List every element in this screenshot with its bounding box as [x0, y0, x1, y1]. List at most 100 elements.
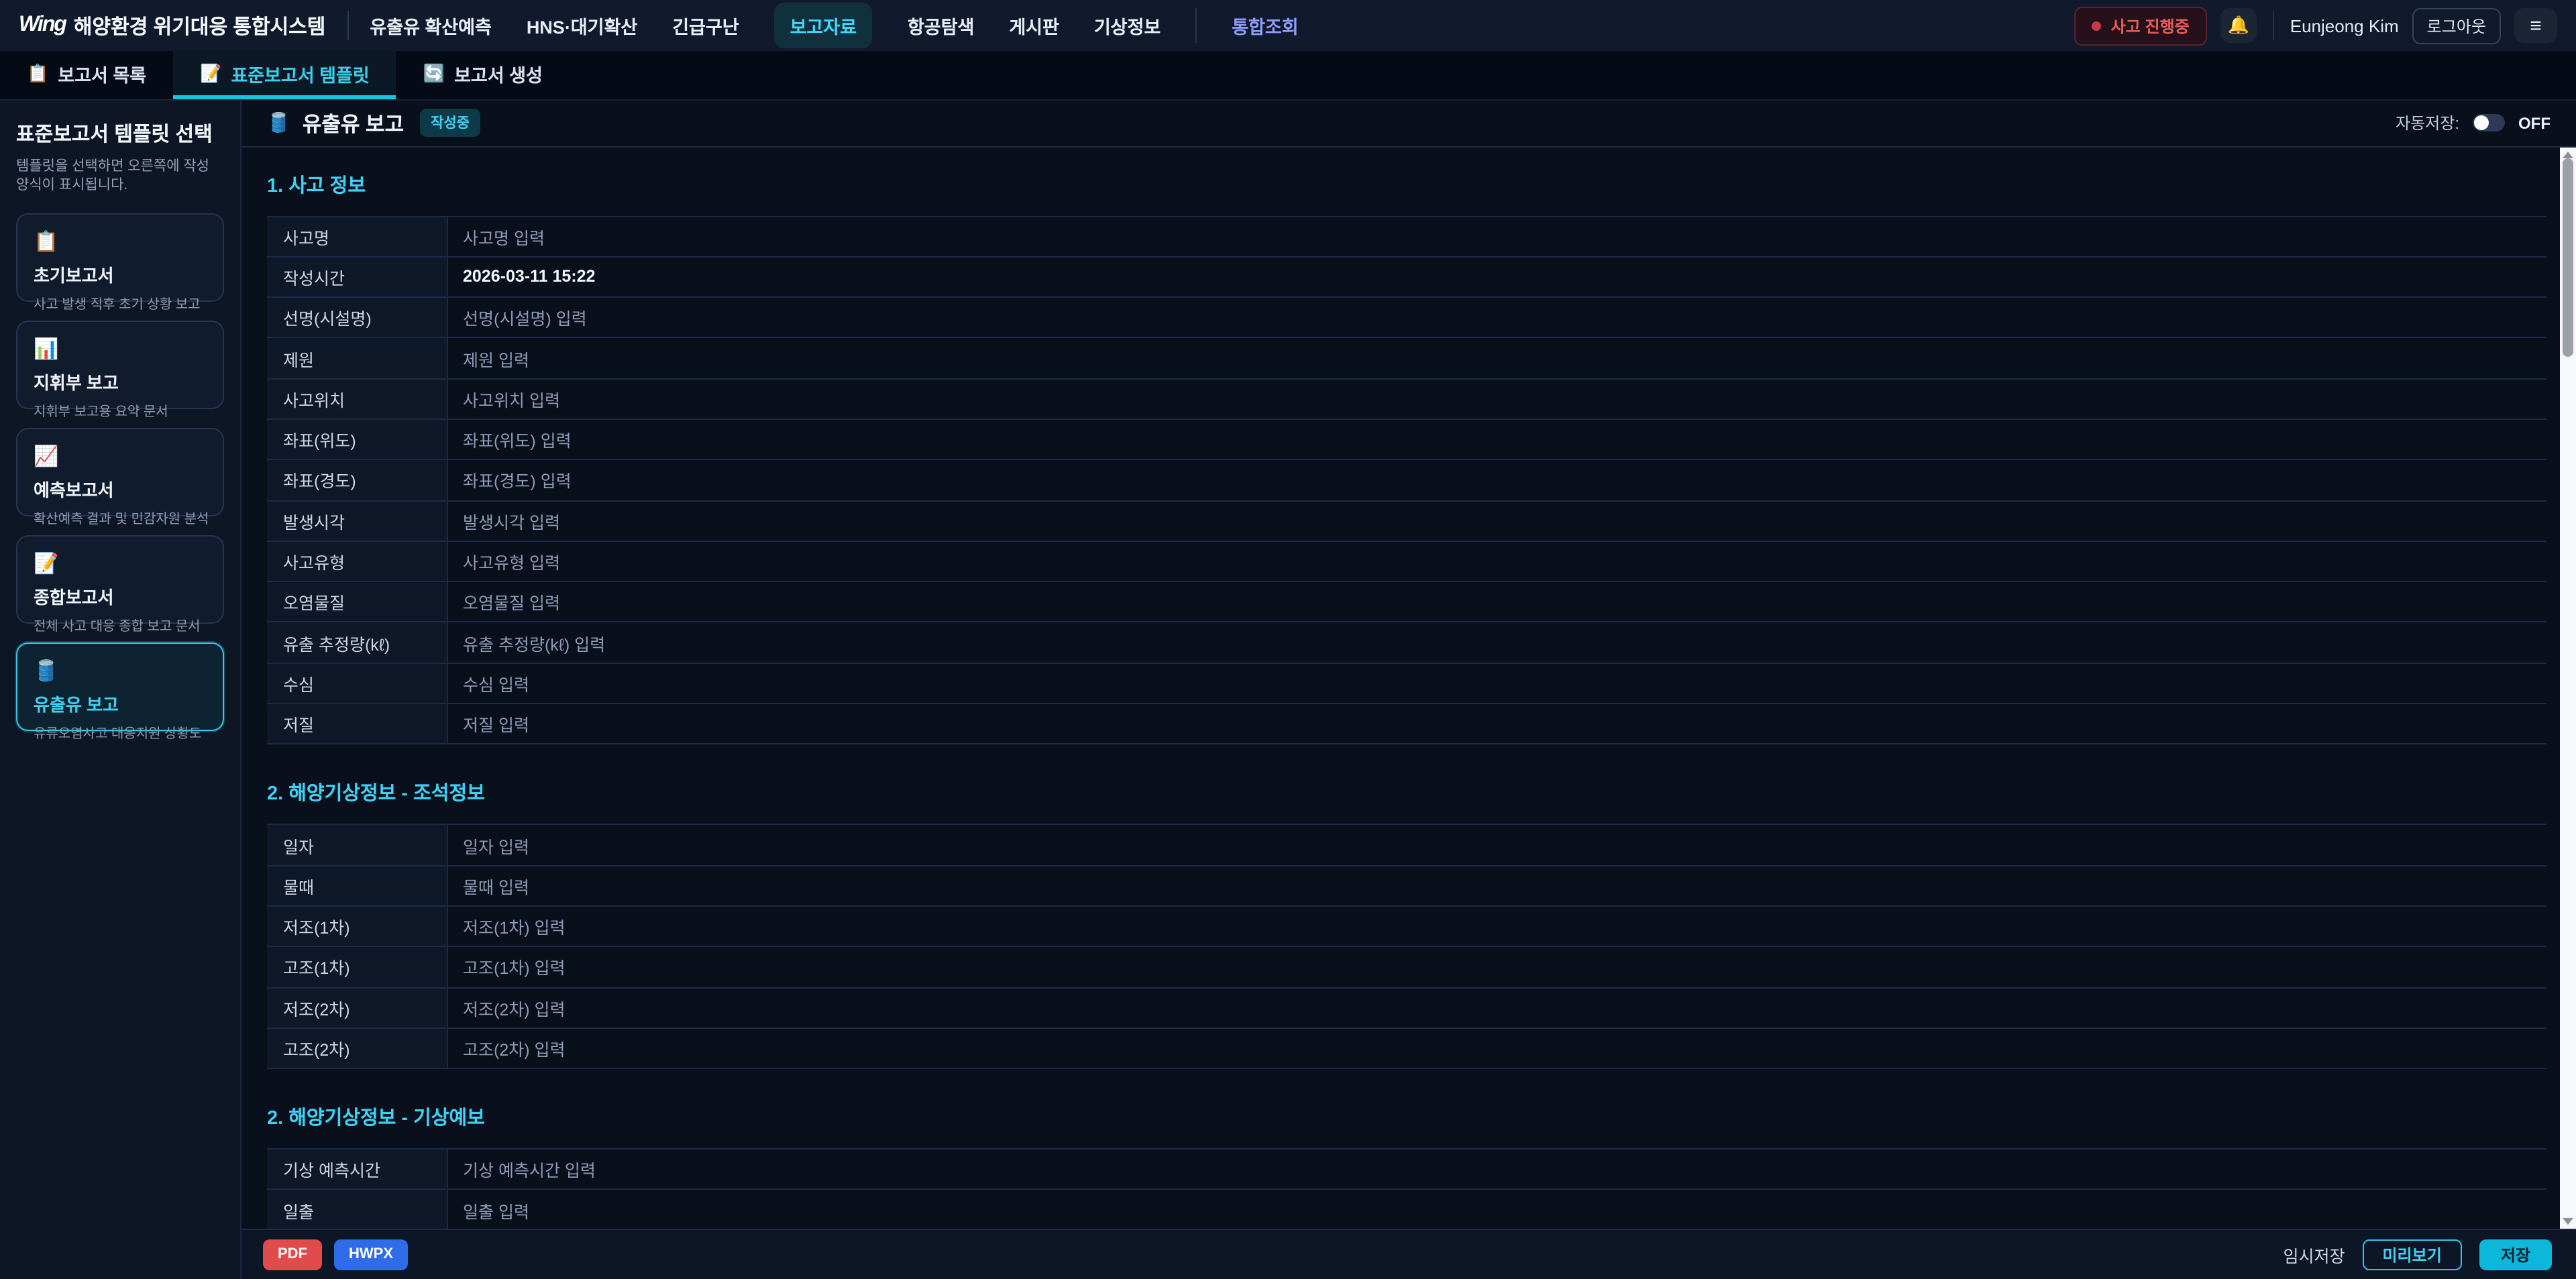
nav-right-cluster: 사고 진행중 🔔 Eunjeong Kim 로그아웃 ≡ [2075, 6, 2557, 45]
template-card-유출유 보고[interactable]: 🛢️유출유 보고유류오염사고 대응지원 상황도 [16, 643, 224, 732]
field-label: 작성시간 [267, 258, 448, 297]
form-row-기상 예측시간: 기상 예측시간기상 예측시간 입력 [267, 1150, 2546, 1190]
field-label: 제원 [267, 339, 448, 378]
sidebar-subtitle: 템플릿을 선택하면 오른쪽에 작성 양식이 표시됩니다. [16, 157, 224, 195]
field-input-사고명[interactable]: 사고명 입력 [448, 217, 2546, 256]
form-row-선명(시설명): 선명(시설명)선명(시설명) 입력 [267, 298, 2546, 339]
field-input-일자[interactable]: 일자 입력 [448, 826, 2546, 865]
field-input-좌표(경도)[interactable]: 좌표(경도) 입력 [448, 461, 2546, 500]
template-card-list: 📋초기보고서사고 발생 직후 초기 상황 보고 📊 지휘부 보고지휘부 보고용 요약… [16, 214, 224, 732]
field-input-고조(2차)[interactable]: 고조(2차) 입력 [448, 1029, 2546, 1068]
logo-wing-mark: Wing [19, 13, 66, 38]
field-label: 저조(2차) [267, 988, 448, 1027]
template-card-종합보고서[interactable]: 📝종합보고서전체 사고 대응 종합 보고 문서 [16, 536, 224, 624]
incident-status-badge[interactable]: 사고 진행중 [2075, 6, 2207, 45]
bell-icon: 🔔 [2228, 15, 2249, 36]
temp-save-button[interactable]: 임시저장 [2283, 1242, 2345, 1268]
vertical-scrollbar[interactable] [2560, 147, 2576, 1229]
field-input-제원[interactable]: 제원 입력 [448, 339, 2546, 378]
hamburger-menu-button[interactable]: ≡ [2514, 8, 2557, 43]
chart-up-icon: 📈 [34, 445, 207, 469]
toggle-knob-icon [2474, 116, 2489, 131]
form-row-좌표(경도): 좌표(경도)좌표(경도) 입력 [267, 461, 2546, 502]
export-hwpx-button[interactable]: HWPX [334, 1239, 408, 1270]
field-input-기상 예측시간[interactable]: 기상 예측시간 입력 [448, 1150, 2546, 1189]
report-title: 유출유 보고 [303, 109, 404, 138]
scroll-down-arrow-icon[interactable] [2560, 1213, 2576, 1229]
section-title: 2. 해양기상정보 - 기상예보 [267, 1103, 2546, 1131]
form-row-유출 추정량(kℓ): 유출 추정량(kℓ)유출 추정량(kℓ) 입력 [267, 623, 2546, 664]
field-input-저질[interactable]: 저질 입력 [448, 704, 2546, 744]
field-input-작성시간[interactable]: 2026-03-11 15:22 [448, 258, 2546, 297]
field-input-저조(2차)[interactable]: 저조(2차) 입력 [448, 988, 2546, 1027]
field-label: 기상 예측시간 [267, 1150, 448, 1189]
field-input-저조(1차)[interactable]: 저조(1차) 입력 [448, 907, 2546, 946]
field-label: 저조(1차) [267, 907, 448, 946]
bar-chart-icon: 📊 [34, 337, 207, 362]
autosave-toggle[interactable] [2473, 115, 2505, 132]
field-input-수심[interactable]: 수심 입력 [448, 664, 2546, 704]
form-row-작성시간: 작성시간2026-03-11 15:22 [267, 258, 2546, 298]
app-root: Wing 해양환경 위기대응 통합시스템 유출유 확산예측 HNS·대기확산 긴급구… [0, 0, 2576, 1279]
nav-item-긴급구난[interactable]: 긴급구난 [672, 12, 739, 39]
field-label: 유출 추정량(kℓ) [267, 623, 448, 663]
form-table: 사고명사고명 입력작성시간2026-03-11 15:22선명(시설명)선명(시… [267, 215, 2546, 745]
save-actions: 임시저장 미리보기 저장 [2283, 1239, 2552, 1270]
field-label: 일자 [267, 826, 448, 865]
memo-icon: 📝 [34, 552, 207, 576]
field-label: 사고명 [267, 217, 448, 256]
export-pdf-button[interactable]: PDF [263, 1239, 322, 1270]
nav-item-통합조회[interactable]: 통합조회 [1232, 12, 1298, 39]
form-row-고조(2차): 고조(2차)고조(2차) 입력 [267, 1029, 2546, 1070]
nav-item-게시판[interactable]: 게시판 [1009, 12, 1059, 39]
field-input-오염물질[interactable]: 오염물질 입력 [448, 582, 2546, 622]
tab-보고서 목록[interactable]: 📋보고서 목록 [0, 51, 173, 99]
template-card-desc: 지휘부 보고용 요약 문서 [34, 400, 207, 421]
incident-badge-label: 사고 진행중 [2111, 14, 2190, 37]
field-input-발생시각[interactable]: 발생시각 입력 [448, 501, 2546, 541]
template-card-지휘부 보고[interactable]: 📊지휘부 보고지휘부 보고용 요약 문서 [16, 321, 224, 410]
form-row-수심: 수심수심 입력 [267, 664, 2546, 705]
field-label: 사고유형 [267, 542, 448, 581]
scrollbar-thumb[interactable] [2563, 158, 2573, 356]
nav-separator [1195, 8, 1197, 43]
clipboard-icon: 📋 [27, 62, 48, 84]
form-row-고조(1차): 고조(1차)고조(1차) 입력 [267, 948, 2546, 989]
field-input-사고유형[interactable]: 사고유형 입력 [448, 542, 2546, 581]
template-card-title: 초기보고서 [34, 262, 207, 288]
template-card-초기보고서[interactable]: 📋초기보고서사고 발생 직후 초기 상황 보고 [16, 214, 224, 302]
field-input-좌표(위도)[interactable]: 좌표(위도) 입력 [448, 420, 2546, 459]
form-row-저질: 저질저질 입력 [267, 704, 2546, 745]
field-input-유출 추정량(kℓ)[interactable]: 유출 추정량(kℓ) 입력 [448, 623, 2546, 663]
refresh-icon: 🔄 [423, 62, 445, 84]
field-label: 오염물질 [267, 582, 448, 622]
field-input-물때[interactable]: 물때 입력 [448, 866, 2546, 905]
form-row-저조(2차): 저조(2차)저조(2차) 입력 [267, 988, 2546, 1029]
field-input-고조(1차)[interactable]: 고조(1차) 입력 [448, 948, 2546, 987]
field-input-선명(시설명)[interactable]: 선명(시설명) 입력 [448, 298, 2546, 337]
logout-button[interactable]: 로그아웃 [2412, 7, 2501, 44]
preview-button[interactable]: 미리보기 [2362, 1239, 2461, 1270]
field-input-일출[interactable]: 일출 입력 [448, 1190, 2546, 1229]
nav-item-HNS·대기확산[interactable]: HNS·대기확산 [527, 12, 637, 39]
form-row-일출: 일출일출 입력 [267, 1190, 2546, 1229]
template-card-title: 종합보고서 [34, 584, 207, 610]
template-card-title: 지휘부 보고 [34, 370, 207, 395]
save-button[interactable]: 저장 [2479, 1239, 2552, 1270]
template-card-예측보고서[interactable]: 📈예측보고서확산예측 결과 및 민감자원 분석 [16, 429, 224, 517]
template-card-desc: 사고 발생 직후 초기 상황 보고 [34, 293, 207, 313]
form-table: 일자일자 입력물때물때 입력저조(1차)저조(1차) 입력고조(1차)고조(1차… [267, 824, 2546, 1070]
nav-item-유출유 확산예측[interactable]: 유출유 확산예측 [370, 12, 491, 39]
report-header: 🛢️ 유출유 보고 작성중 자동저장: OFF [241, 101, 2576, 147]
tab-보고서 생성[interactable]: 🔄보고서 생성 [396, 51, 570, 99]
field-input-사고위치[interactable]: 사고위치 입력 [448, 379, 2546, 419]
tab-표준보고서 템플릿[interactable]: 📝표준보고서 템플릿 [173, 51, 396, 99]
nav-item-보고자료[interactable]: 보고자료 [774, 3, 873, 48]
notification-bell-button[interactable]: 🔔 [2220, 8, 2257, 43]
nav-item-항공탐색[interactable]: 항공탐색 [908, 12, 974, 39]
nav-item-기상정보[interactable]: 기상정보 [1094, 12, 1161, 39]
app-title: 해양환경 위기대응 통합시스템 [74, 11, 326, 40]
form-row-저조(1차): 저조(1차)저조(1차) 입력 [267, 907, 2546, 948]
form-row-일자: 일자일자 입력 [267, 826, 2546, 867]
tab-label: 표준보고서 템플릿 [231, 60, 369, 87]
